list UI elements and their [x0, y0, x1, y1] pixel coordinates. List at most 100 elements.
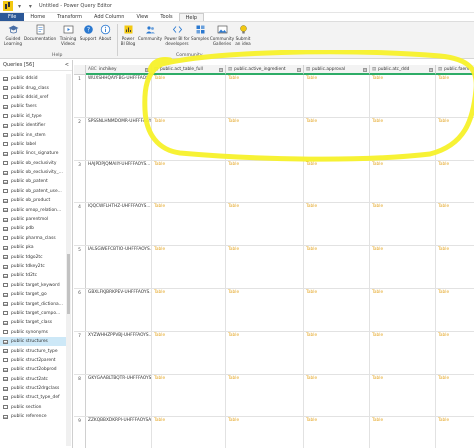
query-item[interactable]: public inn_stem: [0, 130, 66, 139]
query-item[interactable]: public structures: [0, 336, 66, 347]
query-item[interactable]: public ddsid_xref: [0, 93, 66, 102]
table-link-cell[interactable]: Table: [370, 288, 436, 331]
table-link-cell[interactable]: Table: [152, 160, 226, 203]
table-link-cell[interactable]: Table: [436, 332, 474, 374]
query-item[interactable]: public pharma_class: [0, 234, 66, 243]
column-filter-dropdown-icon[interactable]: ▾: [297, 68, 301, 72]
query-item[interactable]: public ob_exclusivity_...: [0, 168, 66, 177]
table-link-cell[interactable]: Table: [436, 375, 474, 417]
power-bi-for-developers-button[interactable]: Power BI for developers: [163, 24, 191, 46]
table-link-cell[interactable]: Table: [370, 374, 436, 417]
table-link-cell[interactable]: Table: [226, 75, 304, 117]
query-item[interactable]: public omop_relation...: [0, 205, 66, 214]
power-bi-blog-button[interactable]: Power BI Blog: [119, 24, 137, 46]
query-item[interactable]: public label: [0, 140, 66, 149]
table-link-cell[interactable]: Table: [304, 331, 370, 374]
row-number[interactable]: 2: [74, 117, 86, 160]
table-link-cell[interactable]: Table: [304, 288, 370, 331]
column-type-icon[interactable]: ▤: [306, 67, 310, 72]
table-link-cell[interactable]: Table: [152, 203, 226, 246]
table-link-cell[interactable]: Table: [226, 160, 304, 203]
query-item[interactable]: public drug_class: [0, 83, 66, 92]
table-link-cell[interactable]: Table: [370, 117, 436, 160]
query-item[interactable]: public parentmol: [0, 215, 66, 224]
query-item[interactable]: public struct2drgclass: [0, 384, 66, 393]
table-link-cell[interactable]: Table: [226, 417, 304, 448]
column-header[interactable]: ▤ public.atc_ddd ▾: [370, 65, 436, 75]
query-item[interactable]: public target_keyword: [0, 281, 66, 290]
table-link-cell[interactable]: Table: [436, 161, 474, 203]
table-link-cell[interactable]: Table: [436, 75, 474, 117]
inchikey-cell[interactable]: GKYGAABLTBQTR-UHFFFAOYS...: [86, 374, 152, 417]
query-item[interactable]: public tdkey2tc: [0, 262, 66, 271]
row-number[interactable]: 4: [74, 203, 86, 246]
query-item[interactable]: public section: [0, 403, 66, 412]
table-link-cell[interactable]: Table: [370, 246, 436, 288]
column-type-icon[interactable]: ▤: [438, 67, 442, 72]
table-link-cell[interactable]: Table: [152, 246, 226, 288]
row-number[interactable]: 7: [74, 331, 86, 374]
table-link-cell[interactable]: Table: [304, 160, 370, 203]
tab-tools[interactable]: Tools: [154, 13, 178, 21]
tab-transform[interactable]: Transform: [51, 13, 88, 21]
table-link-cell[interactable]: Table: [226, 374, 304, 417]
column-header[interactable]: ▤ public.active_ingredient ▾: [226, 65, 304, 75]
column-type-icon[interactable]: ▤: [372, 67, 376, 72]
samples-button[interactable]: Samples: [191, 24, 209, 41]
table-link-cell[interactable]: Table: [370, 75, 436, 117]
row-number[interactable]: 1: [74, 75, 86, 117]
query-item[interactable]: public tdgo2tc: [0, 252, 66, 261]
query-item[interactable]: public struct2atc: [0, 375, 66, 384]
query-item[interactable]: public pdb: [0, 224, 66, 233]
table-link-cell[interactable]: Table: [152, 75, 226, 117]
column-filter-dropdown-icon[interactable]: ▾: [429, 68, 433, 72]
guided-learning-button[interactable]: Guided Learning: [4, 24, 22, 46]
query-item[interactable]: public faers: [0, 102, 66, 111]
column-type-icon[interactable]: ABC: [88, 67, 97, 72]
column-filter-dropdown-icon[interactable]: ▾: [219, 68, 223, 72]
table-link-cell[interactable]: Table: [304, 417, 370, 448]
table-link-cell[interactable]: Table: [436, 417, 474, 448]
query-item[interactable]: public td2tc: [0, 271, 66, 280]
community-galleries-button[interactable]: Community Galleries: [210, 24, 234, 46]
table-link-cell[interactable]: Table: [436, 118, 474, 160]
table-link-cell[interactable]: Table: [226, 203, 304, 246]
table-link-cell[interactable]: Table: [226, 246, 304, 288]
community-button[interactable]: Community: [137, 24, 163, 41]
row-number[interactable]: 9: [74, 417, 86, 448]
query-item[interactable]: public reference: [0, 412, 66, 421]
inchikey-cell[interactable]: IALSGWEFCBTIO-UHFFFAOYS...: [86, 246, 152, 288]
query-item[interactable]: public id_type: [0, 112, 66, 121]
row-number[interactable]: 5: [74, 246, 86, 288]
query-item[interactable]: public structure_type: [0, 346, 66, 355]
query-item[interactable]: public struct_type_def: [0, 393, 66, 402]
inchikey-cell[interactable]: HAJPDPJQMAIIY-UHFFFAOYS...: [86, 160, 152, 203]
column-filter-dropdown-icon[interactable]: ▾: [145, 68, 149, 72]
table-link-cell[interactable]: Table: [304, 117, 370, 160]
row-number[interactable]: 3: [74, 160, 86, 203]
query-item[interactable]: public ddsid: [0, 74, 66, 83]
support-button[interactable]: ? Support: [79, 24, 97, 41]
query-item[interactable]: public target_class: [0, 318, 66, 327]
tab-add-column[interactable]: Add Column: [88, 13, 130, 21]
query-item[interactable]: public synonyms: [0, 328, 66, 337]
table-link-cell[interactable]: Table: [226, 288, 304, 331]
query-item[interactable]: public pka: [0, 243, 66, 252]
submit-an-idea-button[interactable]: Submit an idea: [234, 24, 252, 46]
collapse-pane-button[interactable]: <: [65, 62, 69, 68]
tab-home[interactable]: Home: [24, 13, 51, 21]
tab-file[interactable]: File: [0, 13, 25, 21]
column-header[interactable]: ▤ public.approval ▾: [304, 65, 370, 75]
inchikey-cell[interactable]: SPSSNLHNMDOMR-UHFFFAOY...: [86, 117, 152, 160]
inchikey-cell[interactable]: IQQCWFLHTHZ-UHFFFAOYS...: [86, 203, 152, 246]
row-number[interactable]: 6: [74, 288, 86, 331]
query-item[interactable]: public struct2parent: [0, 356, 66, 365]
table-link-cell[interactable]: Table: [370, 160, 436, 203]
table-link-cell[interactable]: Table: [152, 331, 226, 374]
column-filter-dropdown-icon[interactable]: ▾: [363, 68, 367, 72]
column-header[interactable]: ▤public.faers▾: [436, 65, 474, 75]
table-link-cell[interactable]: Table: [370, 203, 436, 246]
about-button[interactable]: About: [97, 24, 113, 41]
query-item[interactable]: public ob_product: [0, 196, 66, 205]
query-item[interactable]: public ob_exclusivity: [0, 159, 66, 168]
